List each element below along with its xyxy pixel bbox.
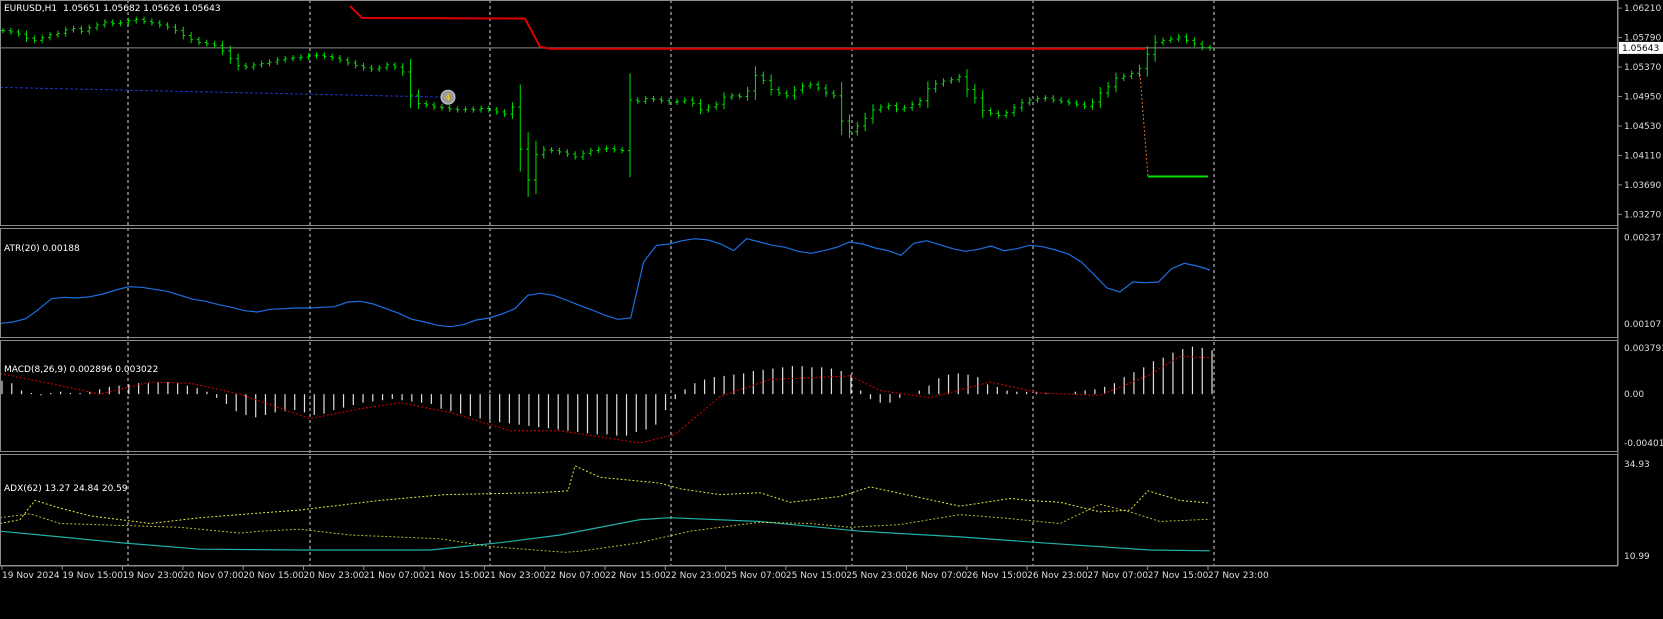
price-label: 1.05370 <box>1624 63 1661 73</box>
signal-marker-label: 4 <box>445 93 450 102</box>
time-label: 19 Nov 15:00 <box>62 571 123 581</box>
price-label: 1.04110 <box>1624 151 1661 161</box>
time-label: 19 Nov 2024 <box>2 571 60 581</box>
time-label: 20 Nov 23:00 <box>304 571 365 581</box>
price-label: 1.03270 <box>1624 210 1661 220</box>
price-label: 1.03690 <box>1624 181 1661 191</box>
time-label: 22 Nov 23:00 <box>665 571 726 581</box>
current-price-label: 1.05643 <box>1622 44 1659 54</box>
time-label: 22 Nov 15:00 <box>605 571 666 581</box>
time-label: 21 Nov 07:00 <box>364 571 425 581</box>
time-label: 27 Nov 15:00 <box>1148 571 1209 581</box>
atr-header: ATR(20) 0.00188 <box>4 244 80 254</box>
atr-scale-label: 0.00237 <box>1624 233 1661 243</box>
symbol-header: EURUSD,H1 1.05651 1.05682 1.05626 1.05643 <box>4 4 221 14</box>
macd-scale-label: 0.00 <box>1624 390 1644 400</box>
price-label: 1.04530 <box>1624 122 1661 132</box>
macd-header: MACD(8,26,9) 0.002896 0.003022 <box>4 365 158 375</box>
time-label: 26 Nov 15:00 <box>967 571 1028 581</box>
time-label: 25 Nov 15:00 <box>786 571 847 581</box>
trading-chart-window[interactable]: 4 1.06210 1.05790 1.05370 1.04950 1.04530 1.0… <box>0 0 1663 615</box>
adx-header: ADX(62) 13.27 24.84 20.59 <box>4 484 128 494</box>
macd-scale-label: 0.003791 <box>1624 344 1663 354</box>
price-label: 1.04950 <box>1624 93 1661 103</box>
time-label: 26 Nov 07:00 <box>907 571 968 581</box>
time-label: 19 Nov 23:00 <box>123 571 184 581</box>
price-label: 1.06210 <box>1624 4 1661 14</box>
time-label: 20 Nov 07:00 <box>183 571 244 581</box>
time-label: 25 Nov 23:00 <box>846 571 907 581</box>
chart-canvas[interactable]: 4 1.062101.057901.053701.049501.045301.0… <box>0 0 1663 615</box>
time-label: 27 Nov 07:00 <box>1087 571 1148 581</box>
adx-scale-label: 34.93 <box>1624 460 1650 470</box>
time-label: 21 Nov 15:00 <box>424 571 485 581</box>
atr-scale-label: 0.00107 <box>1624 320 1661 330</box>
time-label: 20 Nov 15:00 <box>243 571 304 581</box>
time-label: 25 Nov 07:00 <box>726 571 787 581</box>
time-label: 22 Nov 07:00 <box>545 571 606 581</box>
adx-scale-label: 10.99 <box>1624 552 1650 562</box>
macd-scale-label: -0.004018 <box>1624 439 1663 449</box>
time-label: 21 Nov 23:00 <box>484 571 545 581</box>
time-label: 27 Nov 23:00 <box>1208 571 1269 581</box>
time-label: 26 Nov 23:00 <box>1027 571 1088 581</box>
